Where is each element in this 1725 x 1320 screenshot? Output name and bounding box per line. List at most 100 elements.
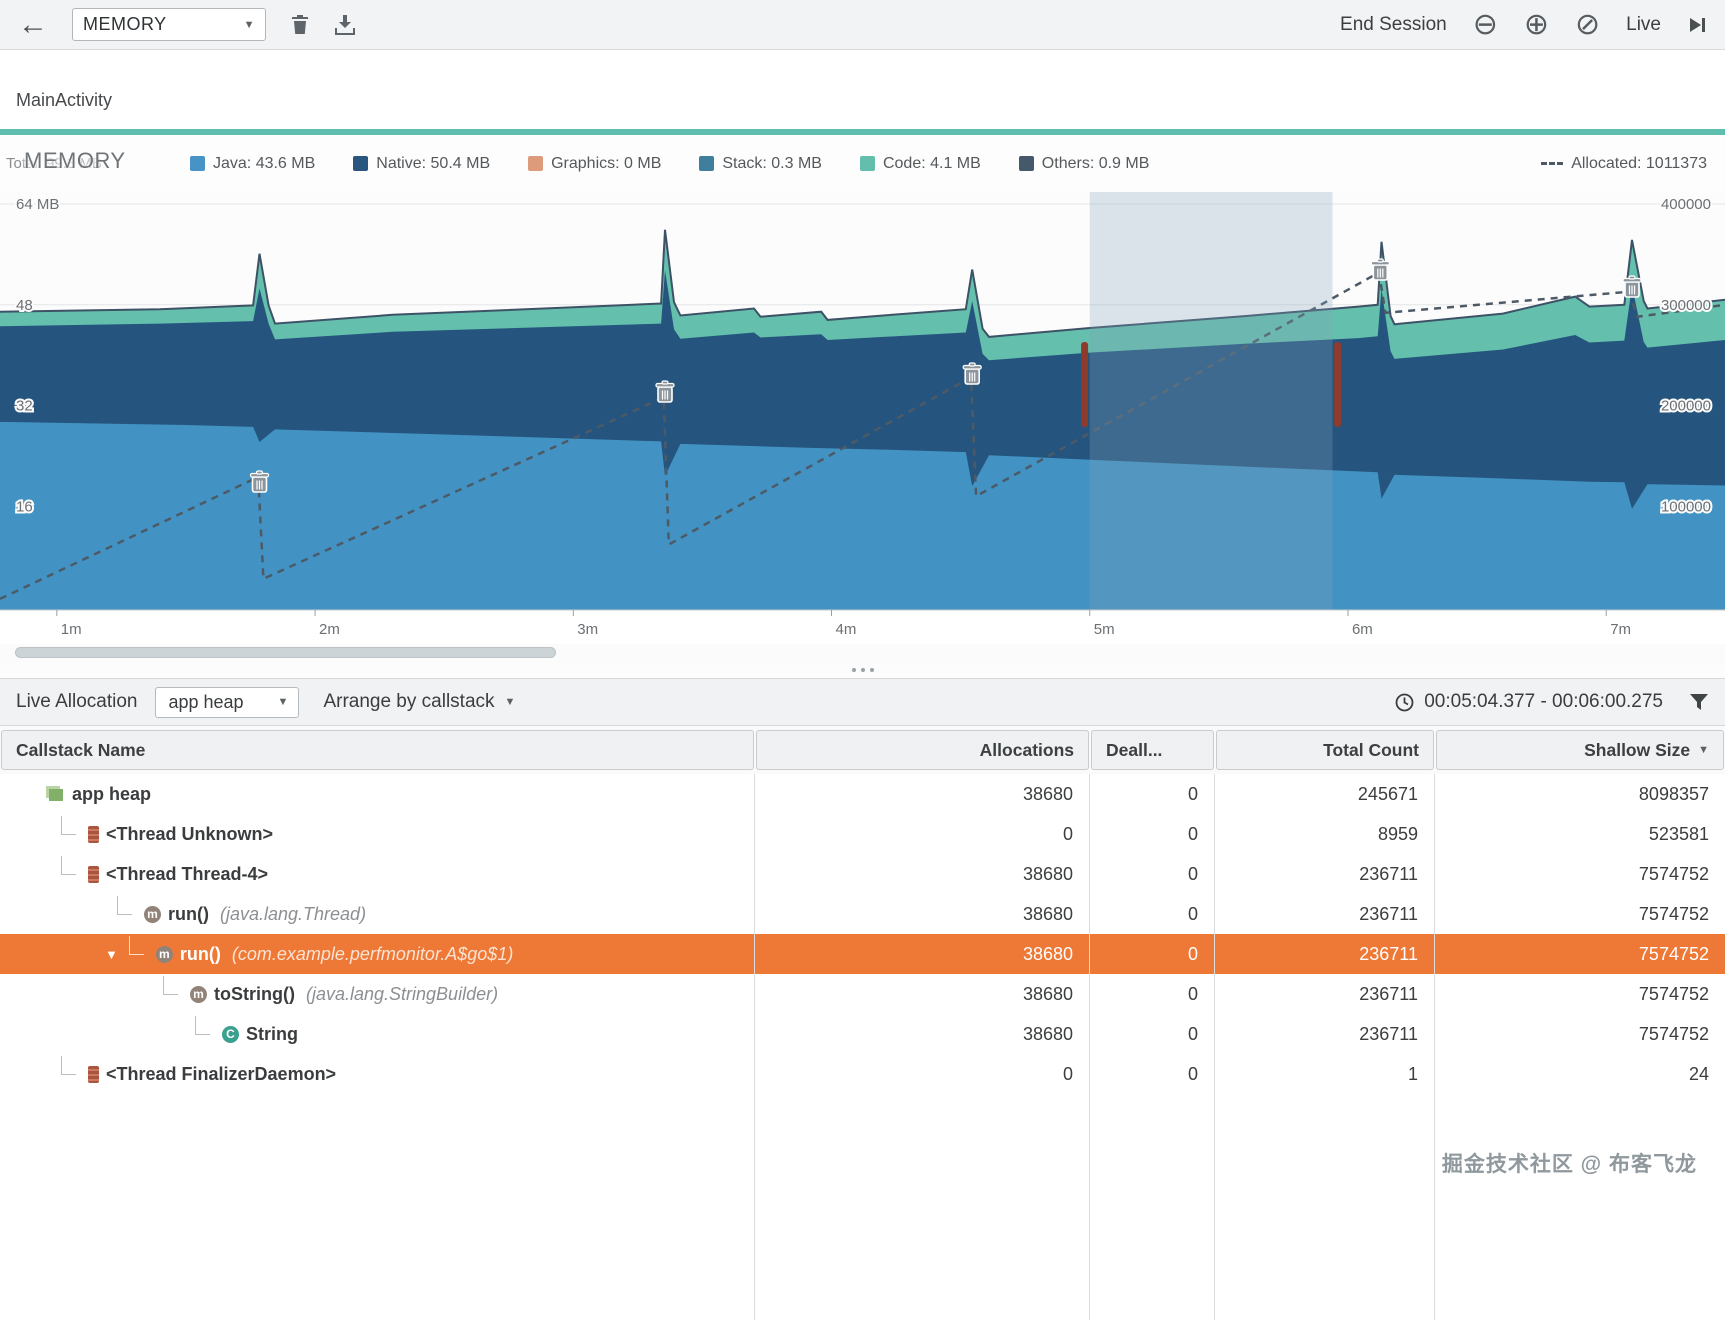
memory-profiler-window: ← MEMORY ▼ End Session ⊖ ⊕ ⊘ Live MainAc… — [0, 0, 1725, 1320]
cell-total-count: 8959 — [1215, 814, 1435, 854]
chevron-down-icon: ▼ — [277, 696, 289, 708]
cell-shallow-size: 7574752 — [1638, 1023, 1709, 1044]
cell-shallow-size: 7574752 — [1638, 903, 1709, 924]
cell-deallocations: 0 — [1090, 894, 1215, 934]
chevron-down-icon: ▼ — [504, 696, 516, 708]
arrange-select[interactable]: Arrange by callstack ▼ — [317, 687, 521, 717]
heap-select-value: app heap — [168, 691, 244, 712]
session-strip: MainActivity — [0, 50, 1725, 135]
delete-session-button[interactable] — [290, 14, 310, 36]
column-header-allocations[interactable]: Allocations — [756, 730, 1089, 770]
legend-item: Java: 43.6 MB — [190, 155, 315, 173]
tree-connector — [163, 975, 178, 995]
end-session-button[interactable]: End Session — [1340, 14, 1447, 36]
session-tab[interactable]: MainActivity — [16, 90, 112, 111]
expand-arrow-icon[interactable]: ▼ — [105, 947, 118, 962]
row-name: <Thread Thread-4> — [106, 863, 269, 884]
live-button[interactable]: Live — [1626, 14, 1661, 36]
cell-deallocations: 0 — [1090, 814, 1215, 854]
legend-label: Others: 0.9 MB — [1041, 154, 1150, 172]
svg-text:4m: 4m — [836, 621, 857, 638]
top-toolbar: ← MEMORY ▼ End Session ⊖ ⊕ ⊘ Live — [0, 0, 1725, 50]
export-session-button[interactable] — [334, 14, 356, 36]
panel-splitter[interactable] — [0, 662, 1725, 678]
table-row-run-perfmonitor-selected[interactable]: ▼ run() (com.example.perfmonitor.A$go$1)… — [0, 934, 1725, 974]
reset-zoom-button[interactable]: ⊘ — [1575, 9, 1600, 40]
column-header-shallow-size[interactable]: Shallow Size ▼ — [1436, 730, 1724, 770]
svg-text:100000: 100000 — [1661, 498, 1711, 515]
thread-icon — [88, 865, 99, 883]
cell-allocations: 0 — [755, 1054, 1090, 1094]
class-icon — [222, 1025, 239, 1043]
cell-shallow-size: 7574752 — [1638, 943, 1709, 964]
timeline-scrollbar[interactable] — [0, 644, 1725, 662]
tree-connector — [128, 935, 144, 955]
zoom-out-button[interactable]: ⊖ — [1473, 9, 1498, 40]
cell-shallow-size: 523581 — [1648, 823, 1709, 844]
column-header-callstack-name[interactable]: Callstack Name — [1, 730, 754, 770]
cell-deallocations: 0 — [1090, 934, 1215, 974]
cell-shallow-size: 7574752 — [1638, 983, 1709, 1004]
sort-desc-icon: ▼ — [1698, 744, 1709, 756]
back-button[interactable]: ← — [18, 9, 48, 40]
cell-shallow-size: 24 — [1688, 1063, 1709, 1084]
color-swatch-icon — [859, 156, 875, 171]
chevron-down-icon: ▼ — [243, 18, 255, 31]
cell-total-count: 236711 — [1215, 974, 1435, 1014]
skip-to-end-icon[interactable] — [1687, 15, 1707, 35]
row-name: <Thread Unknown> — [106, 823, 274, 844]
profiler-select[interactable]: MEMORY ▼ — [72, 8, 266, 41]
memory-timeline-chart[interactable]: 1m 2m 3m 4m 5m 6m 7m 64 MB 48 32 16 400000 300000 200… — [0, 192, 1725, 644]
table-row-string[interactable]: String 38680 0 236711 7574752 — [0, 1014, 1725, 1054]
row-detail: (java.lang.Thread) — [219, 903, 367, 924]
legend-item: Native: 50.4 MB — [353, 155, 490, 173]
dashed-line-icon — [1541, 162, 1564, 165]
tree-connector — [61, 815, 76, 835]
timeline-scrollbar-thumb[interactable] — [15, 647, 556, 658]
legend-item: Stack: 0.3 MB — [699, 155, 822, 173]
svg-text:16: 16 — [16, 498, 33, 515]
drag-handle-icon — [860, 668, 865, 672]
color-swatch-icon — [190, 156, 205, 171]
cell-total-count: 236711 — [1215, 934, 1435, 974]
table-row-tostring[interactable]: toString() (java.lang.StringBuilder) 386… — [0, 974, 1725, 1014]
cell-total-count: 245671 — [1215, 774, 1435, 814]
row-name: String — [246, 1023, 298, 1044]
legend-label: Code: 4.1 MB — [882, 154, 981, 172]
column-header-deallocations[interactable]: Deall... — [1091, 730, 1214, 770]
table-row-thread-4[interactable]: <Thread Thread-4> 38680 0 236711 7574752 — [0, 854, 1725, 894]
legend-label: Java: 43.6 MB — [213, 154, 316, 172]
table-empty-area — [0, 1094, 1725, 1320]
tree-connector — [61, 1055, 76, 1075]
table-row-thread-finalizerdaemon[interactable]: <Thread FinalizerDaemon> 0 0 1 24 — [0, 1054, 1725, 1094]
memory-section-title: MEMORY — [24, 148, 126, 173]
svg-text:5m: 5m — [1094, 621, 1115, 638]
row-name: run() — [179, 943, 221, 964]
thread-icon — [88, 825, 99, 843]
heap-select[interactable]: app heap ▼ — [155, 686, 300, 718]
legend-item: Others: 0.9 MB — [1018, 154, 1150, 173]
cell-deallocations: 0 — [1090, 974, 1215, 1014]
legend-label: Native: 50.4 MB — [376, 154, 491, 172]
heap-icon — [49, 789, 63, 801]
filter-button[interactable] — [1689, 692, 1709, 712]
table-row-run-thread[interactable]: run() (java.lang.Thread) 38680 0 236711 … — [0, 894, 1725, 934]
zoom-in-button[interactable]: ⊕ — [1524, 9, 1549, 40]
memory-section-head: Total: 99.3 MB MEMORY — [0, 135, 190, 192]
row-detail: (java.lang.StringBuilder) — [305, 983, 499, 1004]
svg-text:200000: 200000 — [1661, 398, 1711, 415]
color-swatch-icon — [528, 156, 544, 171]
cell-allocations: 38680 — [755, 1014, 1090, 1054]
cell-deallocations: 0 — [1090, 1014, 1215, 1054]
svg-text:1m: 1m — [61, 621, 82, 638]
column-header-total-count[interactable]: Total Count — [1216, 730, 1434, 770]
watermark: 掘金技术社区 @ 布客飞龙 — [1441, 1153, 1697, 1176]
color-swatch-icon — [699, 156, 715, 171]
cell-deallocations: 0 — [1090, 1054, 1215, 1094]
svg-text:32: 32 — [16, 398, 33, 415]
table-row-thread-unknown[interactable]: <Thread Unknown> 0 0 8959 523581 — [0, 814, 1725, 854]
table-row-app-heap[interactable]: app heap 38680 0 245671 8098357 — [0, 774, 1725, 814]
column-header-shallow-size-label: Shallow Size — [1584, 739, 1691, 760]
method-icon — [190, 985, 207, 1003]
svg-text:300000: 300000 — [1661, 297, 1711, 314]
